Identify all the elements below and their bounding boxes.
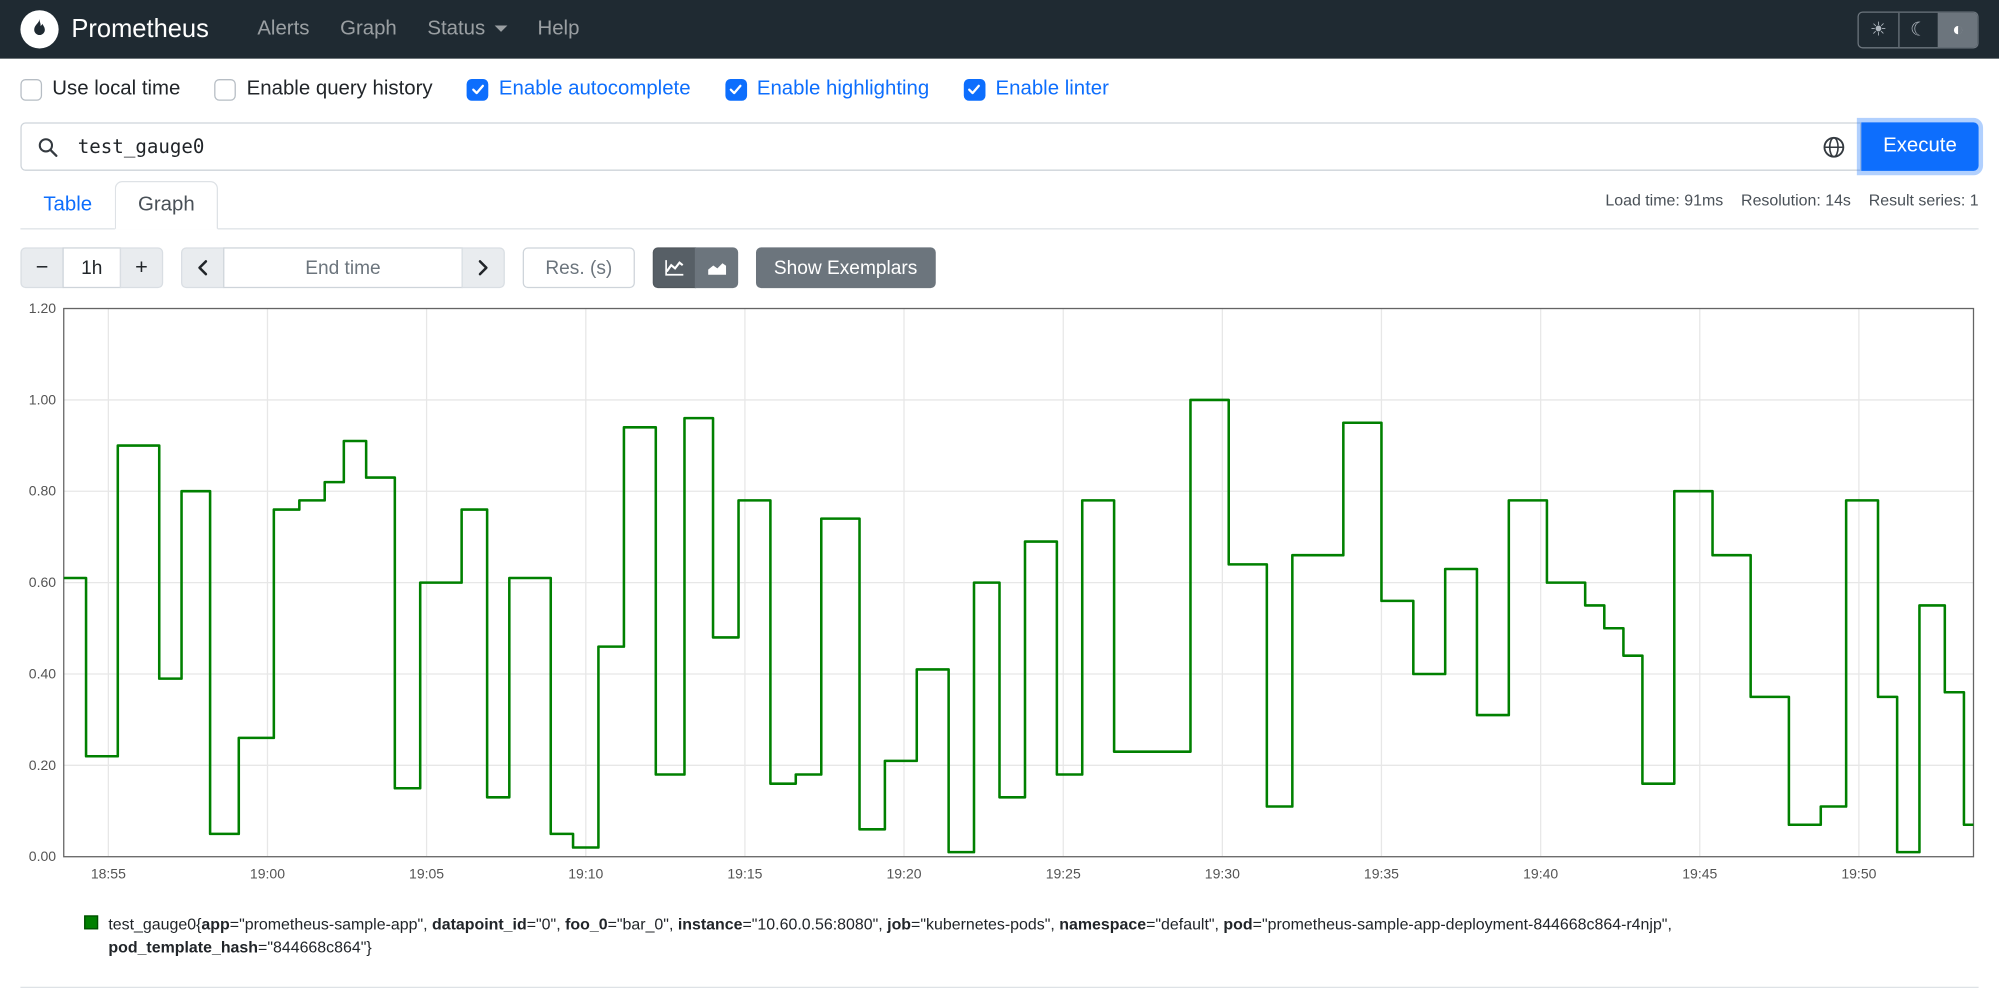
tabs: Table Graph [20,181,218,230]
svg-text:19:05: 19:05 [409,865,444,881]
time-forward-button[interactable] [461,247,505,289]
checkbox-box-use-local-time[interactable] [20,78,43,101]
query-row: Execute [20,122,1979,171]
chevron-right-icon [478,260,488,276]
duration-input[interactable] [62,247,122,289]
search-icon [38,137,57,157]
brand-title[interactable]: Prometheus [71,15,208,44]
theme-light-button[interactable]: ☀ [1859,12,1899,46]
series-color-swatch [84,915,99,930]
increase-duration-button[interactable]: + [119,247,164,289]
checkbox-label-enable-autocomplete: Enable autocomplete [498,77,691,100]
checkbox-enable-autocomplete[interactable]: Enable autocomplete [467,78,691,101]
execute-button[interactable]: Execute [1861,122,1979,171]
graph-panel: 0.00 0.20 0.40 0.60 0.80 1.00 1.20 18:55 19:00 19… [20,301,1979,988]
theme-auto-button[interactable]: ◐ [1937,12,1978,47]
prometheus-logo[interactable] [20,10,59,49]
query-input[interactable] [72,135,1807,159]
stacked-chart-button[interactable] [694,247,739,289]
svg-text:19:30: 19:30 [1205,865,1240,881]
query-stats: Load time: 91ms Resolution: 14s Result s… [1605,191,1978,228]
theme-dark-button[interactable]: ☾ [1898,12,1938,47]
svg-text:1.20: 1.20 [29,301,56,316]
svg-text:19:10: 19:10 [568,865,603,881]
checkbox-box-enable-highlighting[interactable] [724,78,747,101]
checkbox-box-enable-linter[interactable] [963,78,986,101]
svg-text:19:15: 19:15 [727,865,762,881]
time-series-chart[interactable]: 0.00 0.20 0.40 0.60 0.80 1.00 1.20 18:55 19:00 19… [20,301,1983,890]
checkbox-label-enable-query-history: Enable query history [246,77,433,100]
load-time-stat: Load time: 91ms [1605,191,1724,210]
theme-toggle-group: ☀ ☾ ◐ [1857,10,1979,48]
svg-text:0.40: 0.40 [29,665,56,681]
tabs-row: Table Graph Load time: 91ms Resolution: … [20,181,1979,230]
nav-items: Alerts Graph Status Help [242,18,595,41]
line-chart-icon [665,260,684,276]
checkbox-box-enable-query-history[interactable] [214,78,237,101]
tab-table[interactable]: Table [20,181,115,229]
navbar-left: Prometheus Alerts Graph Status Help [20,10,595,49]
show-exemplars-button[interactable]: Show Exemplars [755,247,936,289]
svg-text:19:45: 19:45 [1682,865,1717,881]
legend-item[interactable]: test_gauge0{app="prometheus-sample-app",… [84,913,1915,959]
svg-text:0.20: 0.20 [29,757,56,773]
metrics-explorer-button[interactable] [1806,133,1861,160]
checkbox-enable-linter[interactable]: Enable linter [963,77,1109,101]
checkbox-box-enable-autocomplete[interactable] [467,78,489,101]
svg-text:0.00: 0.00 [29,848,56,864]
check-icon [729,84,742,95]
svg-text:1.00: 1.00 [29,391,56,407]
prometheus-app: Prometheus Alerts Graph Status Help ☀ ☾ ◐ Use… [0,0,1999,988]
dropdown-caret-icon [494,25,507,32]
checkbox-enable-highlighting[interactable]: Enable highlighting [724,77,930,101]
decrease-duration-button[interactable]: − [20,247,64,289]
nav-item-status[interactable]: Status [412,8,522,50]
svg-text:19:00: 19:00 [250,865,285,881]
line-chart-button[interactable] [652,247,697,289]
check-icon [968,84,981,95]
svg-text:19:50: 19:50 [1841,865,1876,881]
stacked-chart-icon [708,263,727,275]
nav-item-help[interactable]: Help [522,8,595,50]
svg-text:19:25: 19:25 [1046,865,1081,881]
flame-icon [34,18,45,36]
chart-type-toggle [652,247,739,289]
checkbox-enable-query-history[interactable]: Enable query history [214,77,433,101]
check-icon [471,84,484,95]
search-addon [22,136,73,158]
end-time-input[interactable] [223,247,463,289]
svg-text:18:55: 18:55 [91,865,126,881]
options-bar: Use local time Enable query history Enable… [0,59,1999,113]
resolution-input[interactable] [522,247,635,289]
svg-text:19:40: 19:40 [1523,865,1558,881]
sun-icon: ☀ [1869,18,1888,41]
resolution-stat: Resolution: 14s [1741,191,1851,210]
checkbox-label-enable-highlighting: Enable highlighting [756,77,930,100]
globe-icon [1822,136,1844,157]
moon-icon: ☾ [1910,18,1928,41]
svg-text:19:35: 19:35 [1364,865,1399,881]
contrast-icon: ◐ [1952,18,1964,41]
tab-graph[interactable]: Graph [115,181,218,230]
result-series-stat: Result series: 1 [1868,191,1979,210]
end-time-control [181,247,505,289]
navbar: Prometheus Alerts Graph Status Help ☀ ☾ ◐ [0,0,1999,59]
time-back-button[interactable] [181,247,225,289]
legend-text: test_gauge0{app="prometheus-sample-app",… [108,915,1672,957]
checkbox-use-local-time[interactable]: Use local time [20,78,180,101]
query-input-group [20,122,1862,171]
svg-text:19:20: 19:20 [886,865,921,881]
graph-controls: − + [20,247,1978,289]
nav-item-graph[interactable]: Graph [325,8,412,50]
checkbox-label-enable-linter: Enable linter [995,77,1109,100]
chevron-left-icon [198,260,208,276]
checkbox-label-use-local-time: Use local time [52,77,181,100]
svg-text:0.80: 0.80 [29,483,56,499]
duration-control: − + [20,247,164,289]
svg-text:0.60: 0.60 [29,574,56,590]
nav-item-alerts[interactable]: Alerts [242,8,325,50]
